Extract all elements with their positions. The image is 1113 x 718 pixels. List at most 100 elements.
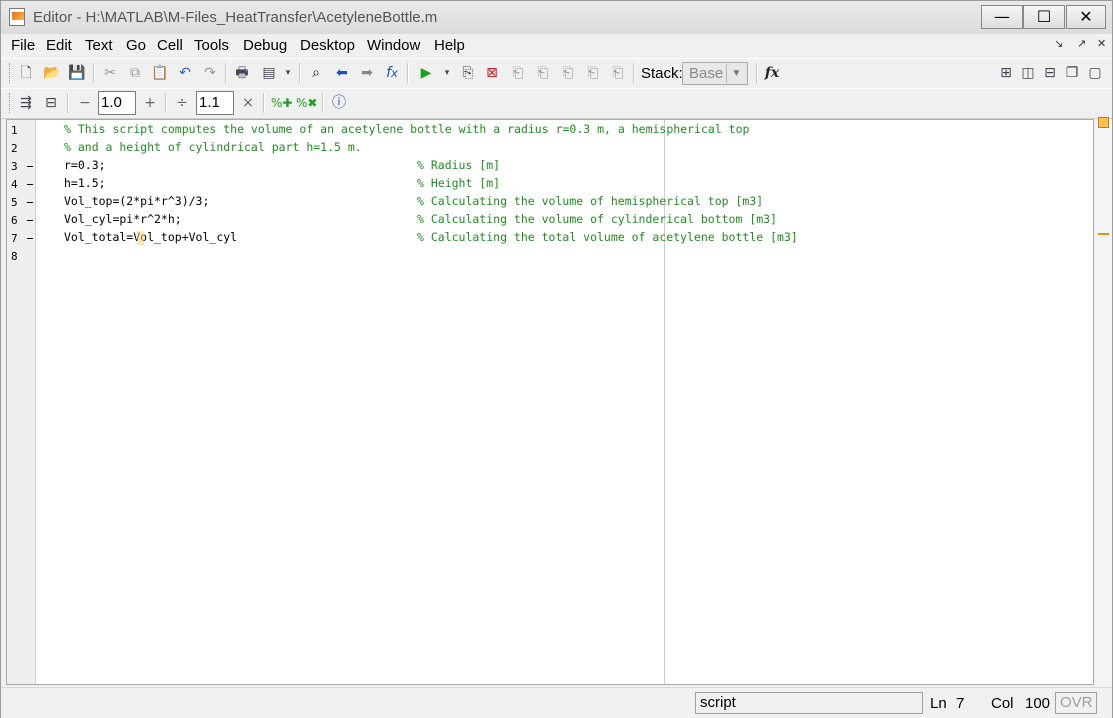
menu-debug[interactable]: Debug (243, 37, 287, 54)
title-bar[interactable]: Editor - H:\MATLAB\M-Files_HeatTransfer\… (1, 1, 1112, 34)
minus-button[interactable]: − (75, 93, 95, 113)
toolbar-grip[interactable] (9, 63, 13, 83)
go-forward-icon[interactable]: ➡ (357, 63, 377, 83)
comment-text: % Calculating the total volume of acetyl… (417, 230, 798, 244)
menu-edit[interactable]: Edit (46, 37, 72, 54)
breakpoint-dash[interactable] (27, 166, 33, 167)
stack-label: Stack: (641, 65, 683, 82)
toolbar-separator (756, 63, 758, 83)
code-text: Vol_total=Vol_top+Vol_cyl (64, 230, 238, 244)
run-icon[interactable]: ▶ (416, 63, 436, 83)
divide-input[interactable]: 1.1 (196, 91, 234, 115)
toolbar-grip[interactable] (9, 93, 13, 113)
tile-columns-icon[interactable]: ◫ (1018, 63, 1038, 83)
paste-icon[interactable]: 📋 (150, 63, 170, 83)
comment-text: % Radius [m] (417, 158, 501, 172)
comment-text: % This script computes the volume of an … (64, 122, 750, 136)
menu-go[interactable]: Go (126, 37, 146, 54)
save-icon[interactable]: 💾 (67, 63, 87, 83)
step-in-icon[interactable]: ⎗ (533, 63, 553, 83)
toolbar-separator (67, 93, 69, 113)
menu-cell[interactable]: Cell (157, 37, 183, 54)
set-breakpoint-icon[interactable]: ⎘ (458, 63, 478, 83)
breakpoint-dash[interactable] (27, 220, 33, 221)
uncomment-icon[interactable]: %✖ (296, 93, 317, 113)
breakpoint-dash[interactable] (27, 184, 33, 185)
code-text: Vol_top=(2*pi*r^3)/3; (64, 194, 210, 208)
line-number: 5 (11, 196, 18, 209)
continue-icon[interactable]: ⎗ (583, 63, 603, 83)
copy-icon[interactable]: ⧉ (125, 63, 145, 83)
toolbar-separator (299, 63, 301, 83)
tile-grid-icon[interactable]: ⊞ (996, 63, 1016, 83)
open-folder-icon[interactable]: 📂 (42, 63, 62, 83)
chevron-down-icon[interactable]: ▼ (726, 64, 746, 83)
step-out-icon[interactable]: ⎗ (558, 63, 578, 83)
editor-window: Editor - H:\MATLAB\M-Files_HeatTransfer\… (0, 0, 1113, 718)
divide-button[interactable]: ÷ (172, 93, 192, 113)
line-value: 7 (956, 695, 965, 712)
matlab-editor-icon (9, 8, 25, 26)
exit-debug-icon[interactable]: ⎗ (608, 63, 628, 83)
line-number: 3 (11, 160, 18, 173)
publish-dropdown-icon[interactable]: ▾ (282, 63, 294, 83)
line-number: 4 (11, 178, 18, 191)
publish-icon[interactable]: ▤ (259, 63, 279, 83)
cut-icon[interactable]: ✂ (100, 63, 120, 83)
comment-text: % Height [m] (417, 176, 501, 190)
warning-indicator-icon[interactable] (1098, 117, 1109, 128)
undock-icon[interactable]: ↗ (1077, 37, 1086, 50)
toolbar-separator (322, 93, 324, 113)
close-button[interactable]: ✕ (1066, 5, 1106, 29)
info-icon[interactable]: ⓘ (329, 93, 349, 113)
menu-file[interactable]: File (11, 37, 35, 54)
step-icon[interactable]: ⎗ (508, 63, 528, 83)
toolbar-separator (263, 93, 265, 113)
breakpoint-dash[interactable] (27, 238, 33, 239)
menu-text[interactable]: Text (85, 37, 113, 54)
tile-rows-icon[interactable]: ⊟ (1040, 63, 1060, 83)
evaluate-cell-icon[interactable]: ⊟ (41, 93, 61, 113)
file-type-field: script (695, 692, 923, 714)
line-number: 8 (11, 250, 18, 263)
window-title: Editor - H:\MATLAB\M-Files_HeatTransfer\… (33, 9, 438, 26)
message-bar[interactable] (1095, 119, 1112, 685)
float-icon[interactable]: ❐ (1062, 63, 1082, 83)
insert-cell-icon[interactable]: ⇶ (16, 93, 36, 113)
menu-help[interactable]: Help (434, 37, 465, 54)
comment-icon[interactable]: %✚ (271, 93, 292, 113)
comment-text: % Calculating the volume of hemispherica… (417, 194, 764, 208)
stack-select[interactable]: Base ▼ (682, 62, 748, 85)
print-icon[interactable]: 🖶 (232, 63, 252, 83)
minimize-button[interactable]: — (981, 5, 1023, 29)
toolbar-separator (165, 93, 167, 113)
menu-desktop[interactable]: Desktop (300, 37, 355, 54)
run-dropdown-icon[interactable]: ▾ (441, 63, 453, 83)
redo-icon[interactable]: ↷ (200, 63, 220, 83)
go-back-icon[interactable]: ⬅ (332, 63, 352, 83)
comment-text: % and a height of cylindrical part h=1.5… (64, 140, 362, 154)
new-file-icon[interactable]: 🗋 (16, 63, 36, 83)
stack-select-value: Base (689, 65, 724, 82)
maximize-doc-icon[interactable]: ▢ (1085, 63, 1105, 83)
maximize-button[interactable]: ☐ (1023, 5, 1065, 29)
close-doc-icon[interactable]: ✕ (1097, 37, 1106, 50)
undo-icon[interactable]: ↶ (175, 63, 195, 83)
menu-tools[interactable]: Tools (194, 37, 229, 54)
line-label: Ln (930, 695, 947, 712)
code-text: h=1.5; (64, 176, 106, 190)
increment-input[interactable]: 1.0 (98, 91, 136, 115)
plus-button[interactable]: + (140, 93, 160, 113)
warning-marker[interactable] (1098, 233, 1109, 235)
fx-icon[interactable]: fx (762, 63, 782, 83)
multiply-button[interactable]: × (238, 93, 258, 113)
code-editor[interactable]: 1 % This script computes the volume of a… (6, 119, 1094, 685)
clear-breakpoints-icon[interactable]: ⊠ (482, 63, 502, 83)
breakpoint-dash[interactable] (27, 202, 33, 203)
text-cursor-highlight (137, 231, 144, 245)
menu-window[interactable]: Window (367, 37, 420, 54)
find-binoculars-icon[interactable]: ⌕ (306, 63, 326, 83)
function-browser-icon[interactable]: fx (382, 63, 402, 83)
line-number: 2 (11, 142, 18, 155)
dock-icon[interactable]: ↘ (1054, 37, 1063, 50)
